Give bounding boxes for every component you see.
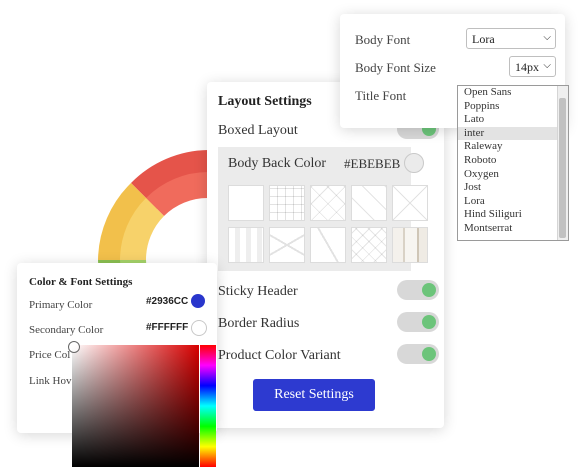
toggle-knob (422, 315, 436, 329)
pattern-geometric[interactable] (269, 227, 305, 263)
font-option[interactable]: Oxygen (458, 168, 568, 182)
chevron-down-icon: ⌵ (543, 60, 551, 71)
body-back-color-panel: Body Back Color #EBEBEB (218, 147, 428, 271)
secondary-color-value: #FFFFFF (146, 322, 189, 333)
layout-settings-title: Layout Settings (218, 94, 312, 109)
pattern-photo[interactable] (392, 227, 428, 263)
secondary-color-label: Secondary Color (29, 324, 104, 336)
font-option[interactable]: Poppins (458, 100, 568, 114)
body-font-select[interactable]: Lora ⌵ (466, 28, 556, 49)
dropdown-scrollbar[interactable] (557, 86, 568, 240)
pattern-plain[interactable] (228, 185, 264, 221)
font-option[interactable]: Jost (458, 181, 568, 195)
body-font-size-label: Body Font Size (355, 60, 436, 75)
body-font-value: Lora (472, 32, 495, 46)
secondary-color-swatch[interactable] (191, 320, 207, 336)
font-option[interactable]: Raleway (458, 140, 568, 154)
color-picker-saturation-area[interactable] (72, 345, 199, 467)
title-font-dropdown-list[interactable]: Open Sans Poppins Lato inter Raleway Rob… (457, 85, 569, 241)
font-option[interactable]: Roboto (458, 154, 568, 168)
color-wheel-graphic (98, 150, 218, 275)
body-back-color-swatch[interactable] (404, 153, 424, 173)
product-color-variant-toggle[interactable] (397, 344, 439, 364)
font-option[interactable]: Montserrat (458, 222, 568, 236)
primary-color-label: Primary Color (29, 299, 93, 311)
price-color-label: Price Col (29, 349, 71, 361)
chevron-down-icon: ⌵ (543, 32, 551, 43)
title-font-label: Title Font (355, 88, 407, 103)
reset-settings-button[interactable]: Reset Settings (253, 379, 375, 411)
link-hover-label: Link Hov (29, 375, 72, 387)
body-font-label: Body Font (355, 32, 411, 47)
color-picker-handle[interactable] (68, 341, 80, 353)
sticky-header-label: Sticky Header (218, 284, 298, 299)
color-font-settings-title: Color & Font Settings (29, 276, 133, 288)
body-back-color-value: #EBEBEB (344, 156, 401, 171)
scrollbar-thumb[interactable] (559, 98, 566, 238)
layout-settings-panel: Layout Settings Boxed Layout Body Back C… (207, 82, 444, 428)
font-option[interactable]: Lato (458, 113, 568, 127)
pattern-cross[interactable] (392, 185, 428, 221)
color-picker-hue-slider[interactable] (200, 345, 216, 467)
toggle-knob (422, 283, 436, 297)
font-option-selected[interactable]: inter (458, 126, 568, 141)
pattern-diagonal[interactable] (351, 185, 387, 221)
pattern-lines[interactable] (310, 227, 346, 263)
border-radius-label: Border Radius (218, 316, 300, 331)
body-back-color-label: Body Back Color (228, 156, 326, 171)
body-font-size-value: 14px (515, 60, 539, 74)
primary-color-value: #2936CC (146, 296, 189, 307)
sticky-header-toggle[interactable] (397, 280, 439, 300)
product-color-variant-label: Product Color Variant (218, 348, 341, 363)
font-option[interactable]: Open Sans (458, 86, 568, 100)
body-font-size-select[interactable]: 14px ⌵ (509, 56, 556, 77)
font-option[interactable]: Hind Siliguri (458, 208, 568, 222)
toggle-knob (422, 347, 436, 361)
pattern-stripes[interactable] (228, 227, 264, 263)
primary-color-swatch[interactable] (191, 294, 205, 308)
pattern-grid[interactable] (269, 185, 305, 221)
font-option[interactable]: Lora (458, 195, 568, 209)
boxed-layout-label: Boxed Layout (218, 123, 298, 138)
pattern-lattice[interactable] (351, 227, 387, 263)
pattern-diamond[interactable] (310, 185, 346, 221)
border-radius-toggle[interactable] (397, 312, 439, 332)
